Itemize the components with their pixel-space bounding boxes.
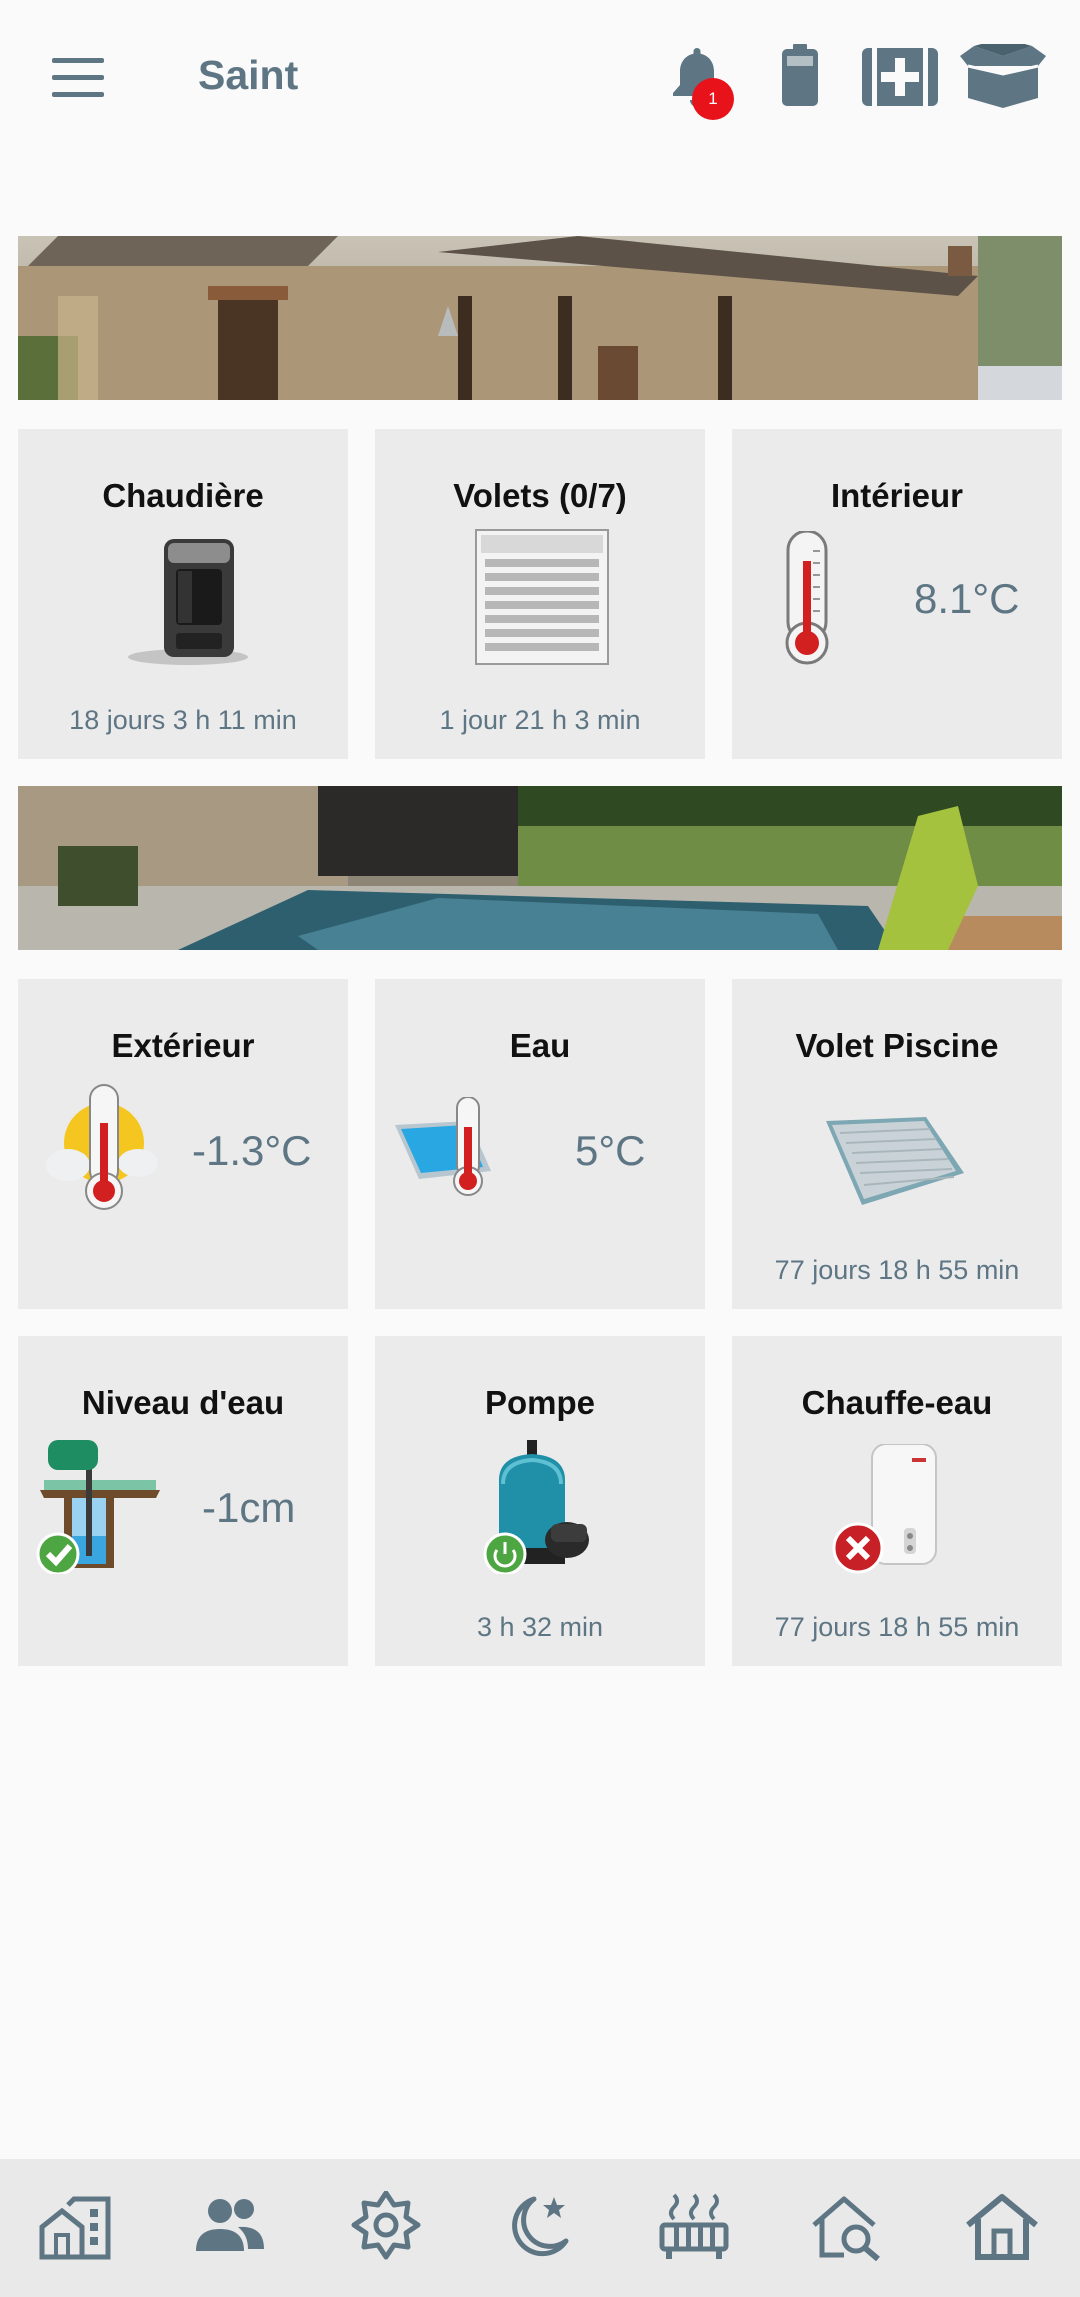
bottom-navigation-bar bbox=[0, 2159, 1080, 2297]
house-search-icon[interactable] bbox=[810, 2191, 886, 2261]
page-title: Saint bbox=[198, 52, 299, 98]
tile-subtitle: 77 jours 18 h 55 min bbox=[774, 1255, 1020, 1285]
heater-icon[interactable] bbox=[656, 2191, 732, 2261]
tile-pompe[interactable]: Pompe 3 h 32 min bbox=[375, 1336, 705, 1666]
pool-pump-icon bbox=[483, 1440, 589, 1574]
stove-icon bbox=[128, 539, 248, 665]
shutter-icon bbox=[475, 529, 609, 665]
tile-volets[interactable]: Volets (0/7) 1 jour 21 h 3 min bbox=[375, 429, 705, 759]
tile-value: -1cm bbox=[202, 1484, 296, 1531]
battery-icon[interactable] bbox=[782, 44, 818, 106]
building-icon[interactable] bbox=[38, 2191, 114, 2261]
weather-thermometer-icon bbox=[46, 1084, 158, 1210]
tile-title: Eau bbox=[509, 1027, 571, 1064]
tile-chauffe-eau[interactable]: Chauffe-eau 77 jours 18 h 55 min bbox=[732, 1336, 1062, 1666]
tile-niveau-eau[interactable]: Niveau d'eau -1cm bbox=[18, 1336, 348, 1666]
tile-exterieur[interactable]: Extérieur -1.3°C bbox=[18, 979, 348, 1309]
tile-interieur[interactable]: Intérieur 8.1°C bbox=[732, 429, 1062, 759]
thermometer-icon bbox=[785, 531, 829, 665]
tile-subtitle: 77 jours 18 h 55 min bbox=[774, 1612, 1020, 1642]
water-well-pump-icon bbox=[36, 1440, 160, 1574]
people-icon[interactable] bbox=[192, 2191, 268, 2261]
brightness-icon[interactable] bbox=[348, 2191, 424, 2261]
tile-chaudiere[interactable]: Chaudière 18 jours 3 h 11 min bbox=[18, 429, 348, 759]
pool-cover-icon bbox=[826, 1117, 964, 1205]
medical-kit-icon[interactable] bbox=[862, 44, 938, 108]
pool-thermometer-icon bbox=[395, 1097, 491, 1196]
top-app-bar: Saint 1 bbox=[0, 0, 1080, 160]
tile-title: Chaudière bbox=[102, 477, 264, 514]
tile-title: Volet Piscine bbox=[795, 1027, 999, 1064]
tile-eau[interactable]: Eau 5°C bbox=[375, 979, 705, 1309]
menu-icon[interactable] bbox=[52, 58, 104, 98]
tile-volet-piscine[interactable]: Volet Piscine 77 jours 18 h 55 min bbox=[732, 979, 1062, 1309]
night-icon[interactable] bbox=[502, 2191, 578, 2261]
tile-title: Pompe bbox=[484, 1384, 596, 1421]
tile-title: Extérieur bbox=[111, 1027, 255, 1064]
tile-value: -1.3°C bbox=[192, 1127, 312, 1174]
water-heater-icon bbox=[832, 1444, 937, 1574]
tile-title: Niveau d'eau bbox=[81, 1384, 285, 1421]
tile-subtitle: 1 jour 21 h 3 min bbox=[439, 705, 641, 735]
tile-value: 5°C bbox=[575, 1127, 646, 1174]
tile-subtitle: 3 h 32 min bbox=[476, 1612, 604, 1642]
notification-badge: 1 bbox=[692, 78, 734, 120]
house-photo-banner bbox=[18, 236, 1062, 400]
tile-title: Chauffe-eau bbox=[801, 1384, 993, 1421]
tile-title: Intérieur bbox=[830, 477, 964, 514]
tile-subtitle: 18 jours 3 h 11 min bbox=[69, 705, 297, 735]
tile-title: Volets (0/7) bbox=[453, 477, 627, 514]
home-icon[interactable] bbox=[964, 2191, 1040, 2261]
pool-photo-banner bbox=[18, 786, 1062, 950]
tile-value: 8.1°C bbox=[914, 575, 1020, 622]
open-box-icon[interactable] bbox=[960, 44, 1046, 108]
